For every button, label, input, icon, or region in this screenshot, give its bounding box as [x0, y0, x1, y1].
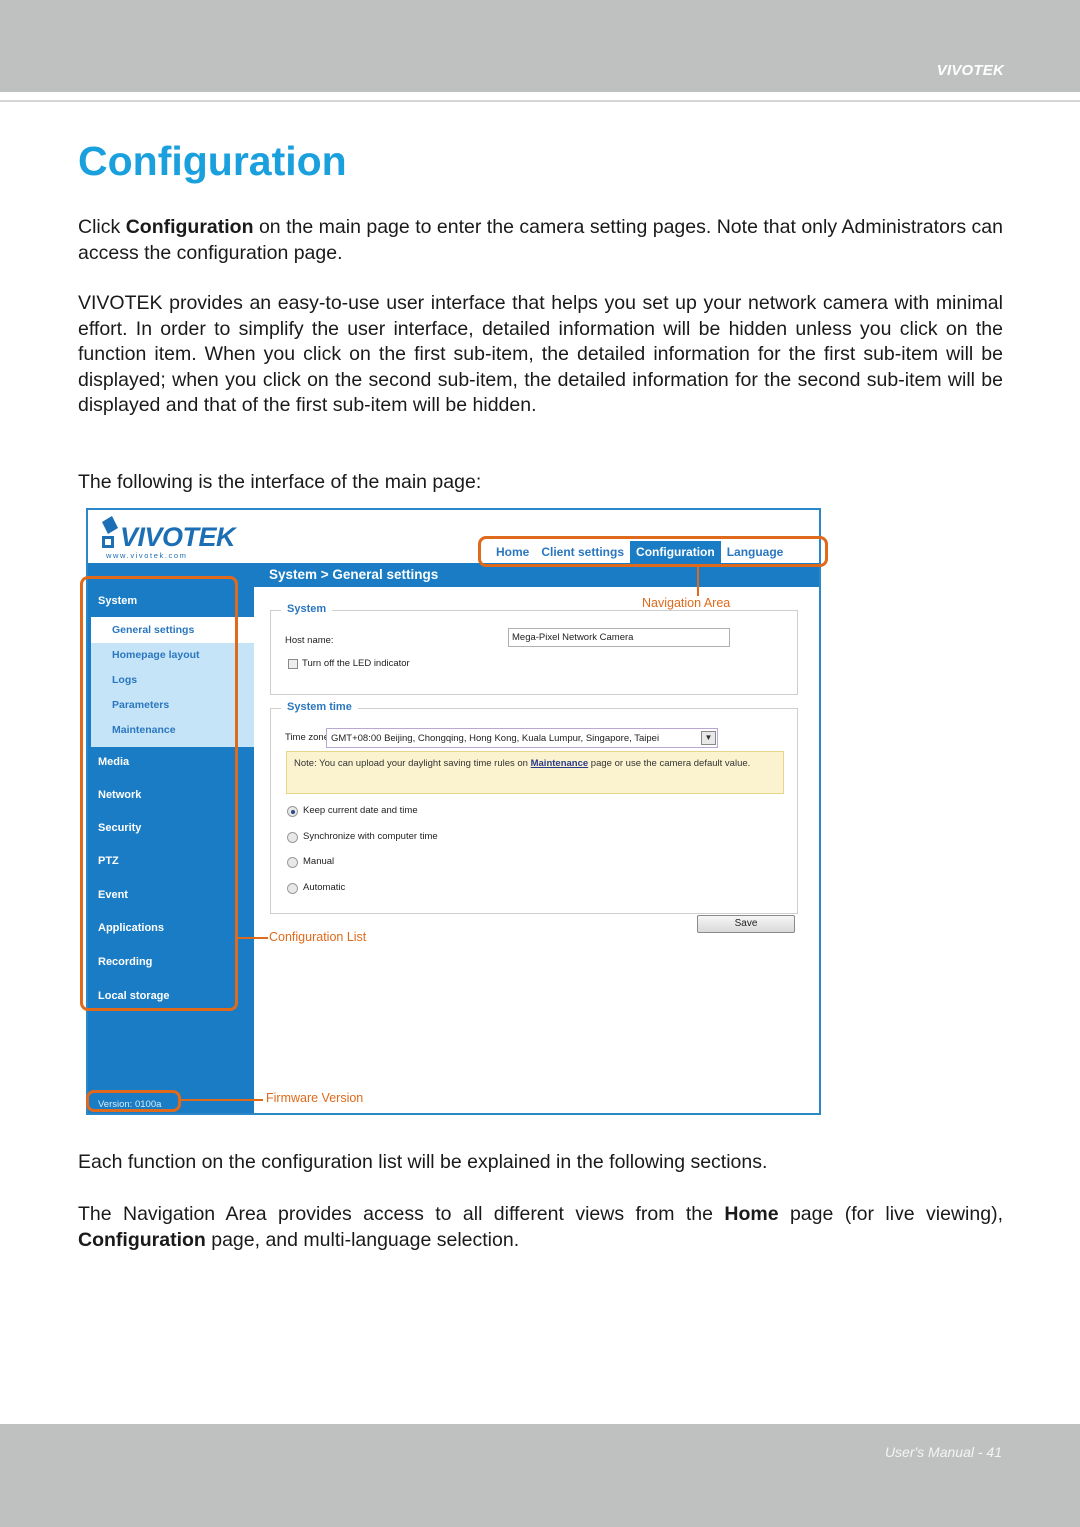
navigation-area-leader: [697, 566, 699, 596]
radio-label: Manual: [303, 856, 335, 867]
time-zone-value: GMT+08:00 Beijing, Chongqing, Hong Kong,…: [331, 733, 660, 744]
navigation-area-paragraph: The Navigation Area provides access to a…: [78, 1202, 1003, 1253]
firmware-version-highlight: [86, 1090, 181, 1112]
time-zone-label: Time zone:: [285, 732, 332, 743]
system-time-fieldset: System time Time zone: GMT+08:00 Beijing…: [270, 701, 798, 914]
text: page (for live viewing),: [778, 1203, 1003, 1225]
dst-note: Note: You can upload your daylight savin…: [286, 751, 784, 794]
radio-sync-computer[interactable]: [287, 832, 298, 843]
ui-description-paragraph: VIVOTEK provides an easy-to-use user int…: [78, 292, 1003, 416]
logo-wordmark: VIVOTEK: [120, 522, 236, 552]
system-legend: System: [281, 603, 333, 615]
config-list-paragraph: Each function on the configuration list …: [78, 1151, 768, 1173]
radio-automatic[interactable]: [287, 883, 298, 894]
configuration-list-leader: [238, 937, 268, 939]
bold-term: Configuration: [125, 216, 254, 238]
radio-label: Synchronize with computer time: [303, 831, 438, 842]
system-time-legend: System time: [281, 701, 358, 713]
bold-term: Home: [724, 1203, 779, 1225]
maintenance-link[interactable]: Maintenance: [531, 758, 589, 769]
system-fieldset: System Host name: Turn off the LED indic…: [270, 603, 798, 695]
page-title: Configuration: [78, 138, 347, 184]
text: Click: [78, 216, 126, 238]
configuration-list-highlight: [80, 576, 238, 1011]
radio-manual[interactable]: [287, 857, 298, 868]
led-checkbox-label: Turn off the LED indicator: [302, 658, 410, 669]
radio-label: Automatic: [303, 882, 346, 893]
header-brand: VIVOTEK: [936, 62, 1004, 79]
page-footer-band: User's Manual - 41: [0, 1424, 1080, 1527]
host-name-label: Host name:: [285, 635, 334, 646]
navigation-area-label: Navigation Area: [642, 596, 731, 610]
settings-content: System Host name: Turn off the LED indic…: [254, 587, 819, 1113]
vivotek-logo: VIVOTEK www.vivotek.com: [98, 516, 238, 560]
text: page, and multi-language selection.: [205, 1228, 520, 1251]
led-checkbox[interactable]: [288, 659, 298, 669]
radio-keep-current[interactable]: [287, 806, 298, 817]
host-name-input[interactable]: [508, 628, 730, 647]
radio-label: Keep current date and time: [303, 805, 418, 816]
time-zone-select[interactable]: GMT+08:00 Beijing, Chongqing, Hong Kong,…: [326, 728, 718, 748]
intro-paragraph: Click Configuration on the main page to …: [78, 215, 1003, 266]
text: page or use the camera default value.: [588, 758, 751, 769]
configuration-list-label: Configuration List: [269, 930, 367, 944]
save-button[interactable]: Save: [697, 915, 795, 933]
logo-url: www.vivotek.com: [106, 551, 188, 560]
page-number: User's Manual - 41: [884, 1444, 1002, 1460]
header-divider: [0, 100, 1080, 102]
breadcrumb: System > General settings: [269, 567, 439, 582]
navigation-area-highlight: [478, 536, 828, 567]
dropdown-arrow-icon[interactable]: ▼: [701, 731, 716, 745]
page-header-band: VIVOTEK: [0, 0, 1080, 92]
text: Note: You can upload your daylight savin…: [294, 758, 531, 769]
camera-logo-icon: [102, 516, 118, 548]
firmware-version-leader: [181, 1099, 263, 1101]
text: The Navigation Area provides access to a…: [78, 1203, 725, 1225]
firmware-version-label: Firmware Version: [266, 1091, 364, 1105]
bold-term: Configuration: [78, 1228, 206, 1251]
figure-intro-paragraph: The following is the interface of the ma…: [78, 471, 482, 493]
